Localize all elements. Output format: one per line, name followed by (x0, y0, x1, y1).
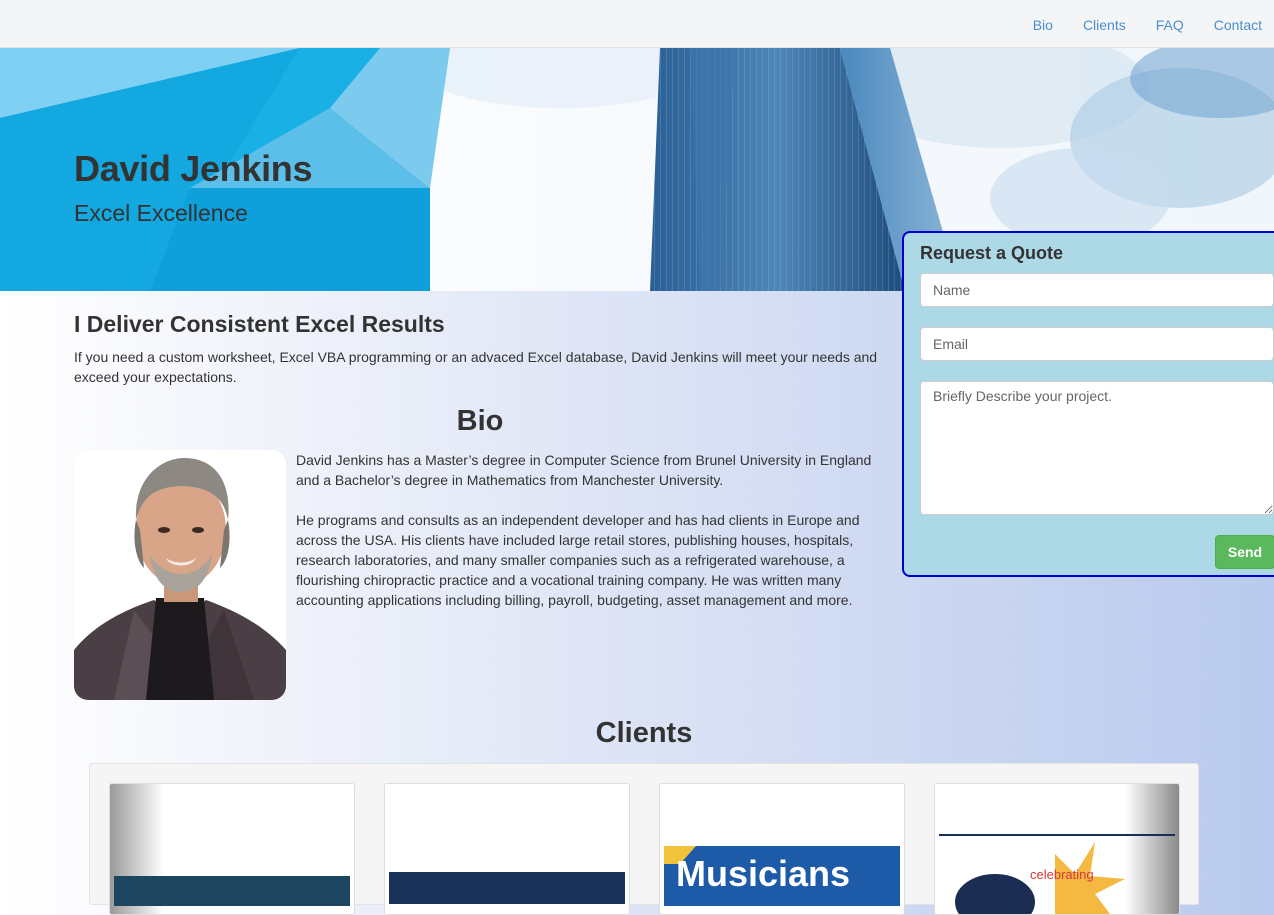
name-input[interactable] (920, 273, 1274, 307)
bio-heading: Bio (456, 405, 504, 437)
client-logo-card[interactable]: celebrating (934, 783, 1180, 915)
send-button[interactable]: Send (1215, 535, 1274, 569)
hero-title: David Jenkins (74, 148, 313, 189)
top-navbar: Bio Clients FAQ Contact (0, 0, 1274, 48)
bio-paragraph: David Jenkins has a Master’s degree in C… (296, 452, 872, 488)
client-logo-image: celebrating (935, 784, 1179, 914)
client-logo-card[interactable]: Musicians (659, 783, 905, 915)
bio-portrait-photo (74, 450, 286, 700)
request-quote-form: Request a Quote Send (902, 231, 1274, 577)
client-logo-card[interactable] (109, 783, 355, 915)
hero-subtitle: Excel Excellence (74, 200, 248, 226)
client-logo-text: celebrating (1030, 867, 1094, 882)
intro-text: If you need a custom worksheet, Excel VB… (74, 349, 878, 385)
portrait-image (74, 450, 286, 700)
bio-paragraph: He programs and consults as an independe… (296, 512, 860, 608)
clients-heading: Clients (595, 717, 693, 749)
nav-links: Bio Clients FAQ Contact (1018, 0, 1274, 47)
client-logo-image (110, 784, 354, 914)
nav-link-faq[interactable]: FAQ (1141, 0, 1199, 47)
nav-link-contact[interactable]: Contact (1199, 0, 1274, 47)
nav-link-bio[interactable]: Bio (1018, 0, 1068, 47)
intro-heading: I Deliver Consistent Excel Results (74, 311, 445, 337)
client-logo-image: Musicians (660, 784, 904, 914)
bio-text: David Jenkins has a Master’s degree in C… (296, 450, 886, 630)
client-logo-text: Musicians (676, 853, 850, 894)
nav-link-clients[interactable]: Clients (1068, 0, 1141, 47)
client-logo-card[interactable] (384, 783, 630, 915)
email-input[interactable] (920, 327, 1274, 361)
quote-form-title: Request a Quote (920, 243, 1064, 263)
project-description-textarea[interactable] (920, 381, 1274, 515)
client-logo-image (385, 784, 629, 914)
